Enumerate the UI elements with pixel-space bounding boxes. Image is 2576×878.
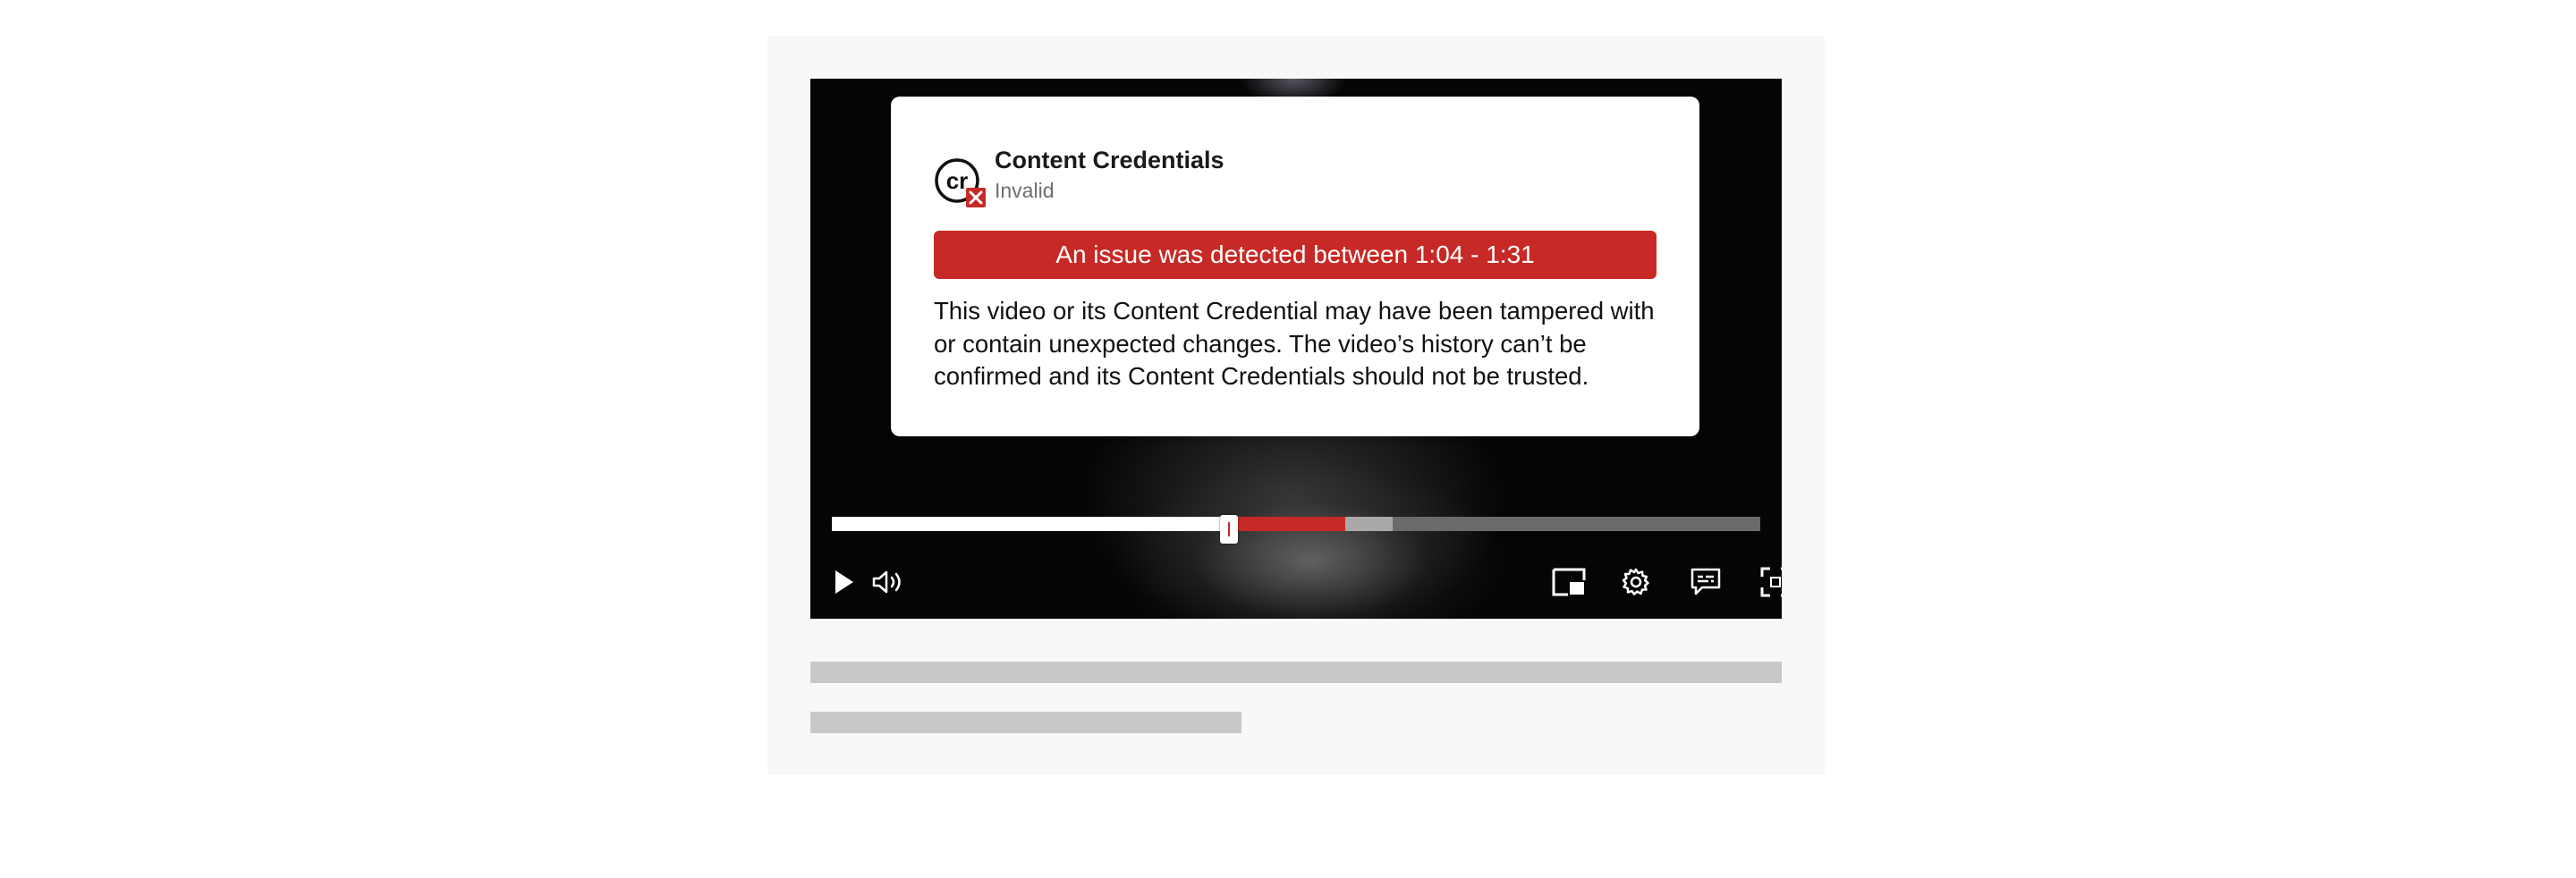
captions-icon <box>1690 568 1721 595</box>
text-placeholder-line-short <box>810 712 1241 733</box>
status-label: Invalid <box>995 179 1055 202</box>
picture-in-picture-button[interactable] <box>1546 561 1592 603</box>
content-credentials-popup: cr Content Credentials Invalid An issue … <box>891 97 1699 436</box>
popup-description: This video or its Content Credential may… <box>934 297 1655 390</box>
settings-icon <box>1622 568 1649 595</box>
progress-played <box>832 517 1230 531</box>
play-button[interactable] <box>823 561 864 603</box>
fullscreen-button[interactable] <box>1755 561 1782 603</box>
volume-button[interactable] <box>864 561 914 603</box>
progress-buffered <box>1345 517 1393 531</box>
scrub-handle[interactable] <box>1220 515 1239 544</box>
volume-icon <box>872 570 901 594</box>
issue-banner: An issue was detected between 1:04 - 1:3… <box>934 231 1657 279</box>
progress-issue-segment[interactable] <box>1229 517 1345 531</box>
picture-in-picture-icon <box>1552 568 1586 596</box>
play-icon <box>835 570 853 594</box>
settings-button[interactable] <box>1615 561 1657 603</box>
video-card: cr Content Credentials Invalid An issue … <box>767 36 1825 774</box>
progress-bar[interactable] <box>832 517 1760 531</box>
popup-title: Content Credentials <box>995 147 1224 173</box>
fullscreen-icon <box>1760 567 1782 597</box>
captions-button[interactable] <box>1685 561 1726 603</box>
logo-text: cr <box>946 167 969 194</box>
text-placeholder-line <box>810 662 1782 683</box>
content-credentials-invalid-icon: cr <box>935 158 986 207</box>
video-player[interactable]: cr Content Credentials Invalid An issue … <box>810 79 1782 619</box>
